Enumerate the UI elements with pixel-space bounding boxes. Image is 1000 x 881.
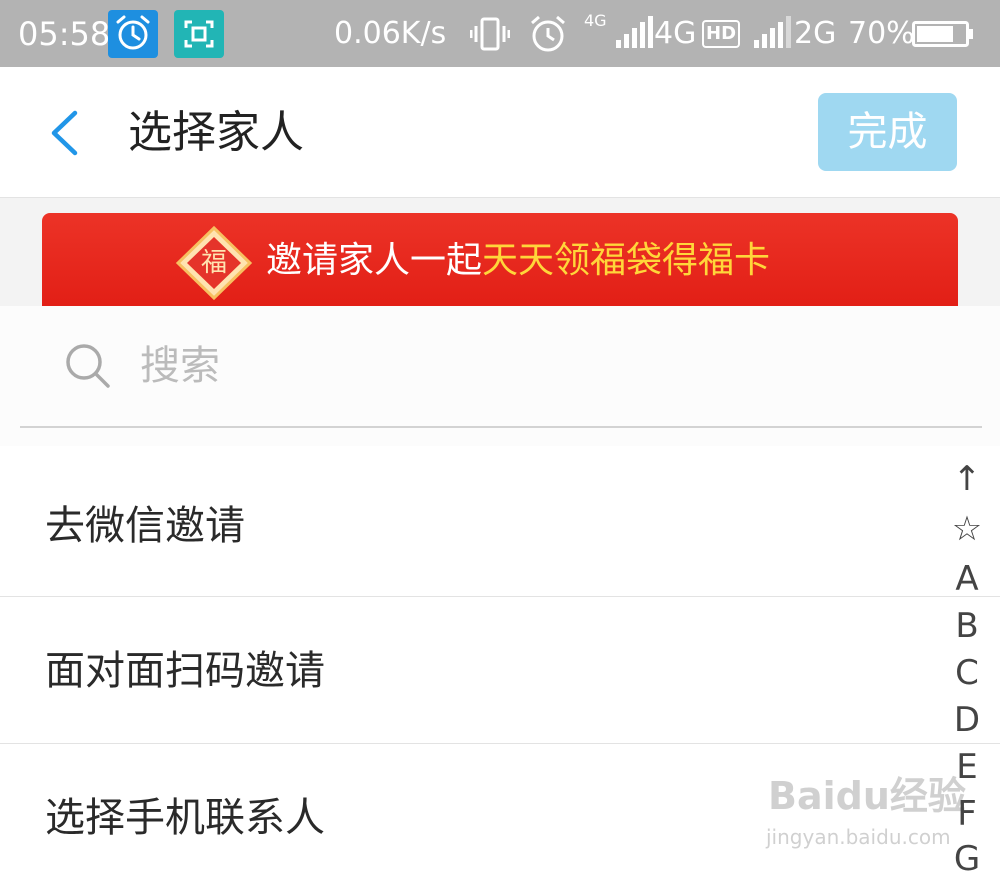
search-input[interactable] — [140, 336, 900, 396]
banner-text-yellow: 天天领福袋得福卡 — [482, 240, 771, 281]
search-bar — [0, 306, 1000, 446]
page-title: 选择家人 — [128, 107, 304, 158]
invite-banner[interactable]: 福 邀请家人一起天天领福袋得福卡 — [42, 213, 958, 306]
index-letter-e[interactable]: E — [944, 744, 990, 790]
index-letter-c[interactable]: C — [944, 650, 990, 696]
index-letter-f[interactable]: F — [944, 791, 990, 837]
status-time: 05:58 — [18, 15, 111, 53]
signal-icon — [614, 16, 654, 50]
back-button[interactable] — [40, 107, 90, 159]
signal-icon — [752, 16, 792, 50]
list-item-label: 面对面扫码邀请 — [45, 648, 325, 694]
alphabet-index-bar[interactable]: ↑ ☆ A B C D E F G — [944, 456, 990, 881]
list-item-select-contacts[interactable]: 选择手机联系人 — [0, 744, 1000, 881]
list-item-wechat-invite[interactable]: 去微信邀请 — [0, 450, 1000, 597]
index-top-arrow[interactable]: ↑ — [944, 456, 990, 502]
chevron-left-icon — [51, 110, 78, 156]
list-item-label: 去微信邀请 — [45, 503, 245, 549]
done-button[interactable]: 完成 — [818, 93, 957, 171]
alarm-app-icon — [108, 10, 158, 58]
search-underline — [20, 426, 982, 428]
index-letter-d[interactable]: D — [944, 697, 990, 743]
hd-badge: HD — [702, 20, 741, 48]
fortune-icon: 福 — [174, 225, 254, 301]
banner-text: 邀请家人一起天天领福袋得福卡 — [266, 237, 770, 285]
vibrate-icon — [469, 14, 511, 54]
battery-icon — [912, 21, 974, 47]
fortune-logo-text: 福 — [200, 248, 227, 278]
app-header: 选择家人 完成 — [0, 67, 1000, 198]
list-item-label: 选择手机联系人 — [45, 795, 325, 841]
battery-percent: 70% — [848, 16, 915, 51]
sim2-network: 2G — [794, 16, 837, 51]
index-star[interactable]: ☆ — [944, 506, 990, 552]
status-bar: 05:58 0.06K/s 4G 4G HD 2G 70% — [0, 0, 1000, 67]
alarm-clock-icon — [528, 14, 568, 54]
index-letter-a[interactable]: A — [944, 556, 990, 602]
search-icon — [64, 342, 112, 392]
scan-app-icon — [174, 10, 224, 58]
index-letter-b[interactable]: B — [944, 603, 990, 649]
list-item-face-to-face-invite[interactable]: 面对面扫码邀请 — [0, 597, 1000, 744]
net-speed: 0.06K/s — [334, 16, 447, 51]
index-letter-g[interactable]: G — [944, 836, 990, 881]
banner-container: 福 邀请家人一起天天领福袋得福卡 — [0, 198, 1000, 306]
sim1-small-label: 4G — [584, 11, 607, 30]
sim1-network: 4G — [654, 16, 697, 51]
banner-text-white: 邀请家人一起 — [266, 240, 483, 281]
